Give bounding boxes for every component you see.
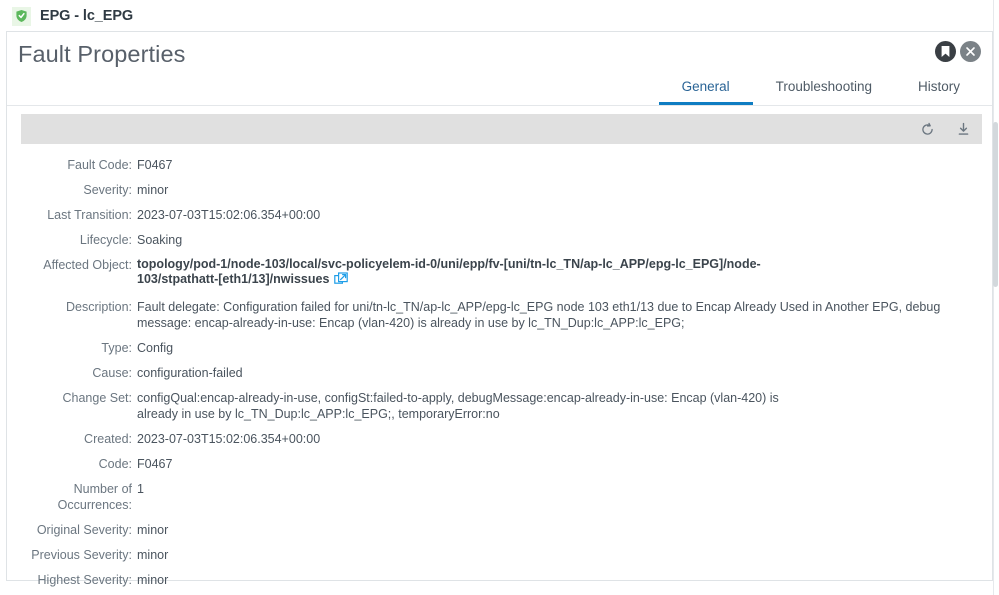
property-label: Fault Code: xyxy=(67,158,132,172)
property-value-original-severity: minor xyxy=(137,523,169,537)
property-value-number-of-occurrences: 1 xyxy=(137,482,144,496)
property-value-last-transition: 2023-07-03T15:02:06.354+00:00 xyxy=(137,208,321,222)
page-header: EPG - lc_EPG xyxy=(0,0,999,32)
property-row-code: Code: F0467 xyxy=(7,456,992,472)
property-value-type: Config xyxy=(137,341,174,355)
card-header: Fault Properties General Troubleshooting… xyxy=(7,32,992,106)
property-label: Created: xyxy=(84,432,132,446)
tab-general[interactable]: General xyxy=(658,79,753,105)
property-row-fault-code: Fault Code: F0467 xyxy=(7,157,992,173)
property-row-description: Description: Fault delegate: Configurati… xyxy=(7,299,992,331)
property-label: Original Severity: xyxy=(36,523,132,537)
property-label: Cause: xyxy=(92,366,132,380)
property-label: Affected Object: xyxy=(43,258,132,272)
property-label: Type: xyxy=(101,341,132,355)
bookmark-icon[interactable] xyxy=(935,41,956,62)
tab-troubleshooting[interactable]: Troubleshooting xyxy=(753,79,895,106)
property-row-lifecycle: Lifecycle: Soaking xyxy=(7,232,992,248)
property-row-created: Created: 2023-07-03T15:02:06.354+00:00 xyxy=(7,431,992,447)
property-row-highest-severity: Highest Severity: minor xyxy=(7,572,992,588)
property-label: Last Transition: xyxy=(47,208,132,222)
card-header-actions xyxy=(935,41,981,62)
fault-properties-card: Fault Properties General Troubleshooting… xyxy=(6,31,993,587)
property-label: Severity: xyxy=(83,183,132,197)
property-label: Description: xyxy=(66,300,132,314)
card-title: Fault Properties xyxy=(18,41,186,67)
property-row-severity: Severity: minor xyxy=(7,182,992,198)
properties-list: Fault Code: F0467 Severity: minor Last T… xyxy=(7,146,992,588)
property-value-affected-object: topology/pod-1/node-103/local/svc-policy… xyxy=(137,257,789,290)
toolbar-wrapper xyxy=(7,106,992,146)
property-row-cause: Cause: configuration-failed xyxy=(7,365,992,381)
property-value-lifecycle: Soaking xyxy=(137,233,183,247)
property-label: Change Set: xyxy=(62,391,133,405)
vertical-scrollbar-thumb[interactable] xyxy=(993,122,998,287)
tab-history[interactable]: History xyxy=(895,79,983,106)
property-label: Previous Severity: xyxy=(31,548,132,562)
property-value-severity: minor xyxy=(137,183,169,197)
property-label: Number of Occurrences: xyxy=(57,482,132,512)
property-row-change-set: Change Set: configQual:encap-already-in-… xyxy=(7,390,992,422)
property-row-affected-object: Affected Object: topology/pod-1/node-103… xyxy=(7,257,992,290)
tab-bar: General Troubleshooting History xyxy=(658,79,983,106)
property-value-cause: configuration-failed xyxy=(137,366,243,380)
external-link-icon[interactable] xyxy=(334,272,349,290)
page-title: EPG - lc_EPG xyxy=(40,8,134,24)
download-icon[interactable] xyxy=(954,120,972,138)
property-row-type: Type: Config xyxy=(7,340,992,356)
toolbar xyxy=(21,114,982,144)
property-value-highest-severity: minor xyxy=(137,573,169,587)
affected-object-text: topology/pod-1/node-103/local/svc-policy… xyxy=(137,257,761,286)
epg-shield-icon xyxy=(12,6,31,26)
property-value-fault-code: F0467 xyxy=(137,158,173,172)
property-row-original-severity: Original Severity: minor xyxy=(7,522,992,538)
property-value-description: Fault delegate: Configuration failed for… xyxy=(137,300,941,330)
property-label: Lifecycle: xyxy=(79,233,132,247)
property-row-last-transition: Last Transition: 2023-07-03T15:02:06.354… xyxy=(7,207,992,223)
property-value-created: 2023-07-03T15:02:06.354+00:00 xyxy=(137,432,321,446)
property-label: Highest Severity: xyxy=(37,573,132,587)
property-row-number-of-occurrences: Number of Occurrences: 1 xyxy=(7,481,992,513)
property-label: Code: xyxy=(98,457,132,471)
refresh-icon[interactable] xyxy=(918,120,936,138)
property-value-code: F0467 xyxy=(137,457,173,471)
property-value-previous-severity: minor xyxy=(137,548,169,562)
property-row-previous-severity: Previous Severity: minor xyxy=(7,547,992,563)
fault-properties-screen: EPG - lc_EPG Fault Properties General Tr… xyxy=(0,0,999,595)
property-value-change-set: configQual:encap-already-in-use, configS… xyxy=(137,391,779,421)
close-icon[interactable] xyxy=(960,41,981,62)
